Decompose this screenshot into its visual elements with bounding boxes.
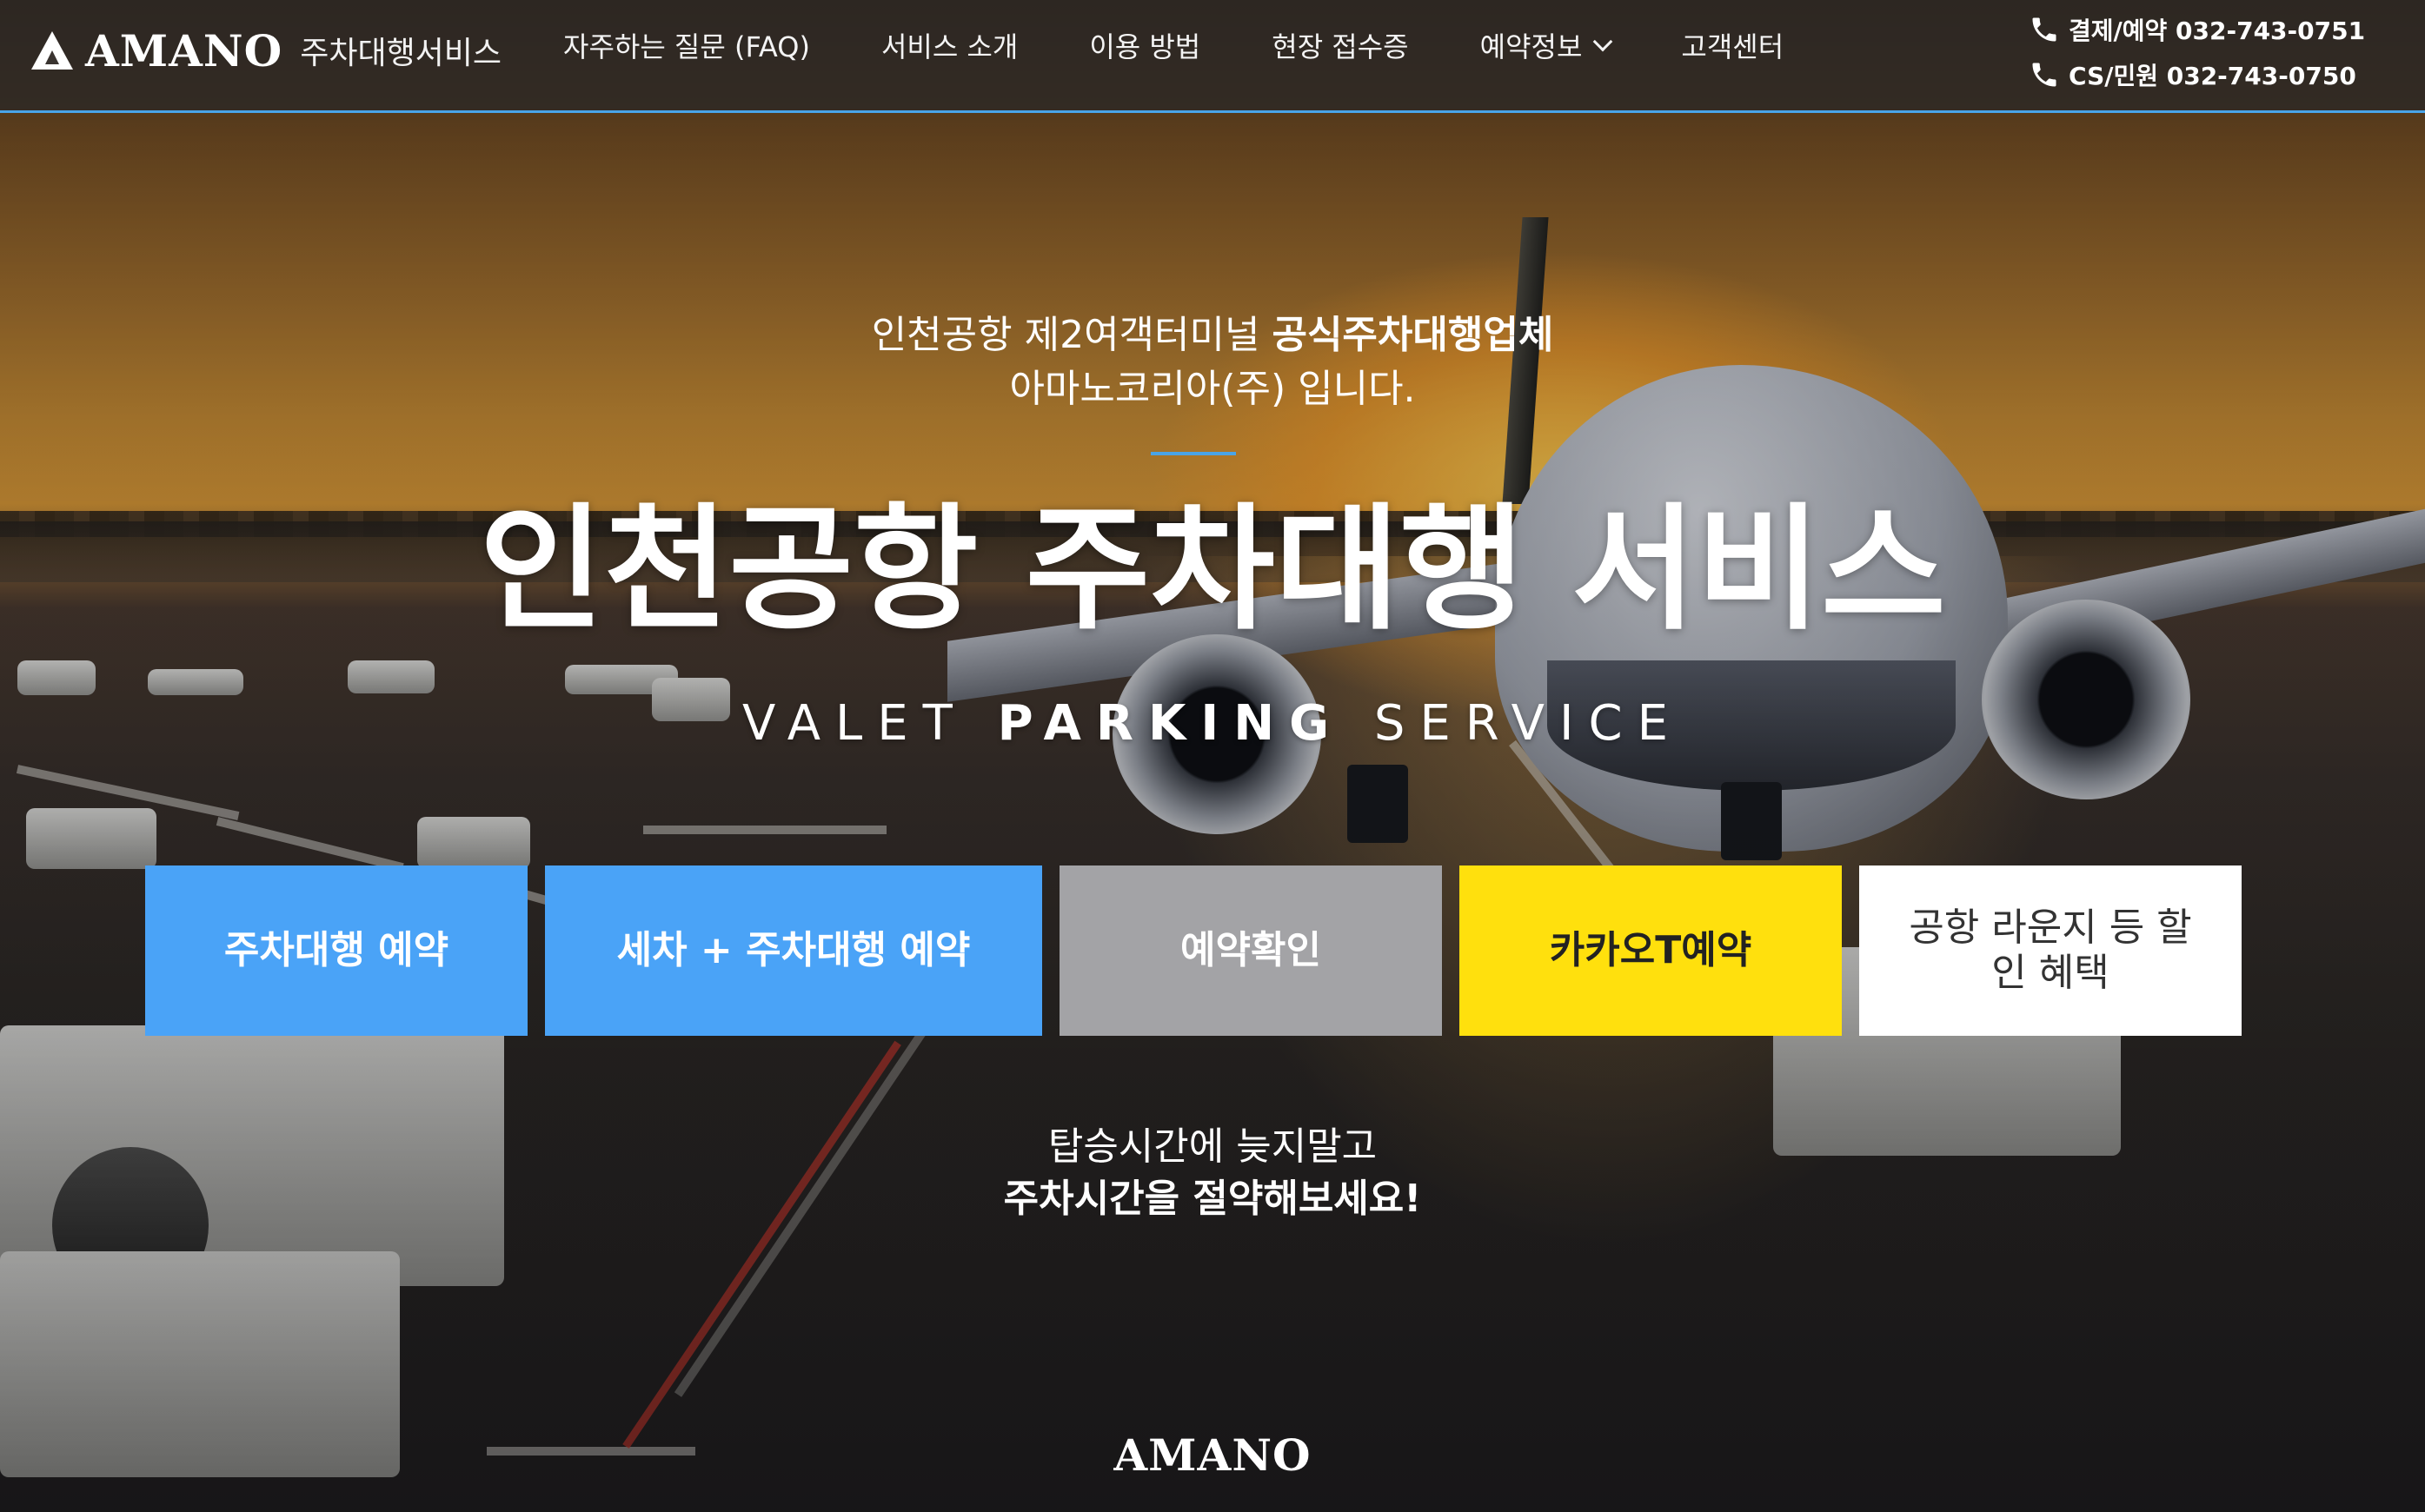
nav-item-reservation-info[interactable]: 예약정보 (1480, 25, 1613, 65)
contact-cs[interactable]: CS/민원 032-743-0750 (2029, 52, 2411, 97)
valet-reserve-button[interactable]: 주차대행 예약 (145, 865, 528, 1036)
contact-payment[interactable]: 결제/예약 032-743-0751 (2029, 7, 2411, 52)
phone-icon (2032, 63, 2056, 87)
site-header: AMANO 주차대행서비스 자주하는 질문 (FAQ) 서비스 소개 이용 방법… (0, 0, 2425, 113)
phone-icon (2032, 17, 2056, 42)
logo-wordmark: AMANO (85, 24, 283, 76)
accent-divider (1151, 452, 1236, 455)
wash-valet-reserve-button[interactable]: 세차 + 주차대행 예약 (545, 865, 1042, 1036)
tagline-line-1: 탑승시간에 늦지말고 (1047, 1124, 1378, 1169)
hero-headline: 인천공항 주차대행 서비스 (479, 490, 1946, 648)
main-nav: 자주하는 질문 (FAQ) 서비스 소개 이용 방법 현장 접수증 예약정보 고… (563, 23, 1784, 68)
contact-cs-text: CS/민원 032-743-0750 (2069, 62, 2356, 90)
headline-bold: 주차대행 서비스 (1025, 490, 1946, 648)
hero-dim-overlay (0, 0, 2425, 1512)
check-reservation-button[interactable]: 예약확인 (1060, 865, 1442, 1036)
hero-intro: 인천공항 제2여객터미널 공식주차대행업체 아마노코리아(주) 입니다. (0, 308, 2425, 416)
nav-item-service-intro[interactable]: 서비스 소개 (881, 25, 1018, 65)
nav-item-how-to-use[interactable]: 이용 방법 (1089, 25, 1200, 65)
intro-line-2: 아마노코리아(주) 입니다. (1009, 367, 1416, 411)
nav-item-customer-center[interactable]: 고객센터 (1681, 25, 1784, 65)
hero-subheadline: VALET PARKING SERVICE (742, 695, 1683, 752)
amano-logo-icon (31, 31, 73, 70)
tagline-line-2: 주차시간을 절약해보세요! (1003, 1177, 1422, 1221)
kakao-t-reserve-button[interactable]: 카카오T예약 (1459, 865, 1842, 1036)
intro-line-1: 인천공항 제2여객터미널 공식주차대행업체 (871, 313, 1554, 357)
nav-item-faq[interactable]: 자주하는 질문 (FAQ) (563, 25, 810, 65)
nav-item-onsite-receipt[interactable]: 현장 접수증 (1272, 25, 1408, 65)
footer-logo: AMANO (1113, 1429, 1312, 1481)
logo-subtitle: 주차대행서비스 (300, 36, 502, 71)
contact-payment-text: 결제/예약 032-743-0751 (2069, 17, 2366, 45)
lounge-discount-button[interactable]: 공항 라운지 등 할인 혜택 (1859, 865, 2242, 1036)
intro-highlight: 공식주차대행업체 (1272, 313, 1554, 357)
hero-tagline: 탑승시간에 늦지말고 주차시간을 절약해보세요! (0, 1121, 2425, 1225)
chevron-down-icon (1593, 31, 1613, 52)
hero-background-photo (0, 0, 2425, 1512)
brand-logo[interactable]: AMANO 주차대행서비스 (31, 24, 502, 76)
contact-info: 결제/예약 032-743-0751 CS/민원 032-743-0750 (2029, 7, 2411, 97)
